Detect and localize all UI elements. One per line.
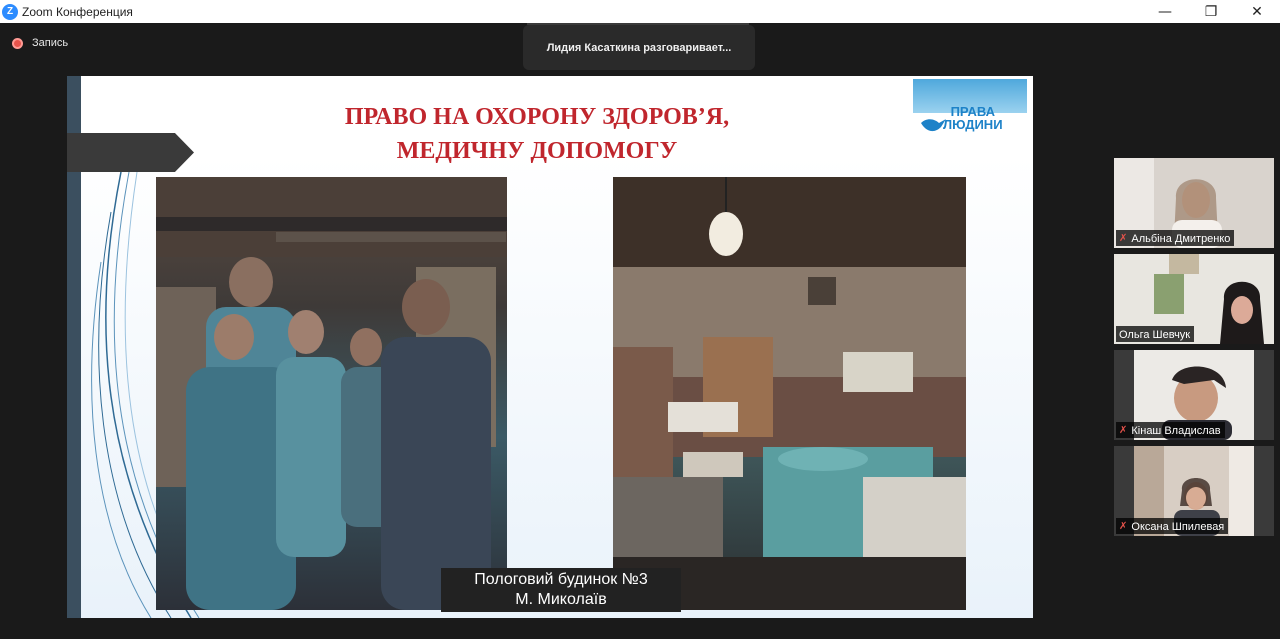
participant-name: Ольга Шевчук <box>1119 328 1191 341</box>
active-speaker-toast: Лидия Касаткина разговаривает... <box>523 25 755 70</box>
caption-line1: Пологовий будинок №3 <box>474 571 648 588</box>
photo-caption: Пологовий будинок №3 М. Миколаїв <box>441 568 681 612</box>
mic-off-icon: ✗ <box>1119 521 1128 532</box>
participant-name-label: ✗ Кінаш Владислав <box>1116 422 1225 438</box>
zoom-logo-icon: Z <box>2 3 18 20</box>
participant-name-label: ✗ Альбіна Дмитренко <box>1116 230 1235 246</box>
logo-line2: ЛЮДИНИ <box>943 117 1003 132</box>
photo-basement-ward <box>613 177 966 610</box>
photo-basement-staff-graphic <box>156 177 507 610</box>
meeting-area: Запись Лидия Касаткина разговаривает... … <box>0 23 1280 639</box>
mic-off-icon: ✗ <box>1119 425 1128 436</box>
minimize-button[interactable]: — <box>1142 0 1188 23</box>
mic-off-icon: ✗ <box>1119 233 1128 244</box>
recording-label: Запись <box>32 37 69 49</box>
window-title: Zoom Конференция <box>22 4 133 19</box>
slide-arrow-banner <box>67 133 194 172</box>
slide-title-line2: МЕДИЧНУ ДОПОМОГУ <box>396 138 678 164</box>
slide-title: ПРАВО НА ОХОРОНУ ЗДОРОВ’Я, МЕДИЧНУ ДОПОМ… <box>247 100 827 168</box>
participant-name: Кінаш Владислав <box>1131 424 1221 437</box>
participant-tile[interactable]: Ольга Шевчук <box>1114 254 1274 344</box>
recording-indicator[interactable]: Запись <box>12 37 68 49</box>
photo-basement-staff <box>156 177 507 610</box>
participant-name: Оксана Шпилевая <box>1131 520 1225 533</box>
slide-title-line1: ПРАВО НА ОХОРОНУ ЗДОРОВ’Я, <box>344 104 730 130</box>
close-button[interactable]: ✕ <box>1234 0 1280 23</box>
participant-name-label: ✗ Оксана Шпилевая <box>1116 518 1229 534</box>
participant-tile[interactable]: ✗ Альбіна Дмитренко <box>1114 158 1274 248</box>
participant-tile[interactable]: ✗ Оксана Шпилевая <box>1114 446 1274 536</box>
participant-name-label: Ольга Шевчук <box>1116 326 1195 342</box>
shared-screen-slide: ПРАВО НА ОХОРОНУ ЗДОРОВ’Я, МЕДИЧНУ ДОПОМ… <box>67 76 1033 618</box>
participant-tile[interactable]: ✗ Кінаш Владислав <box>1114 350 1274 440</box>
photo-basement-ward-graphic <box>613 177 966 610</box>
logo-text: ПРАВА ЛЮДИНИ <box>943 105 1003 131</box>
window-controls: — ❐ ✕ <box>1142 0 1280 23</box>
title-bar: Z Zoom Конференция — ❐ ✕ <box>0 0 1280 23</box>
maximize-button[interactable]: ❐ <box>1188 0 1234 23</box>
participant-name: Альбіна Дмитренко <box>1131 232 1231 245</box>
prava-lyudyny-logo: ПРАВА ЛЮДИНИ <box>913 79 1027 147</box>
caption-line2: М. Миколаїв <box>515 591 607 608</box>
record-icon <box>12 37 23 49</box>
